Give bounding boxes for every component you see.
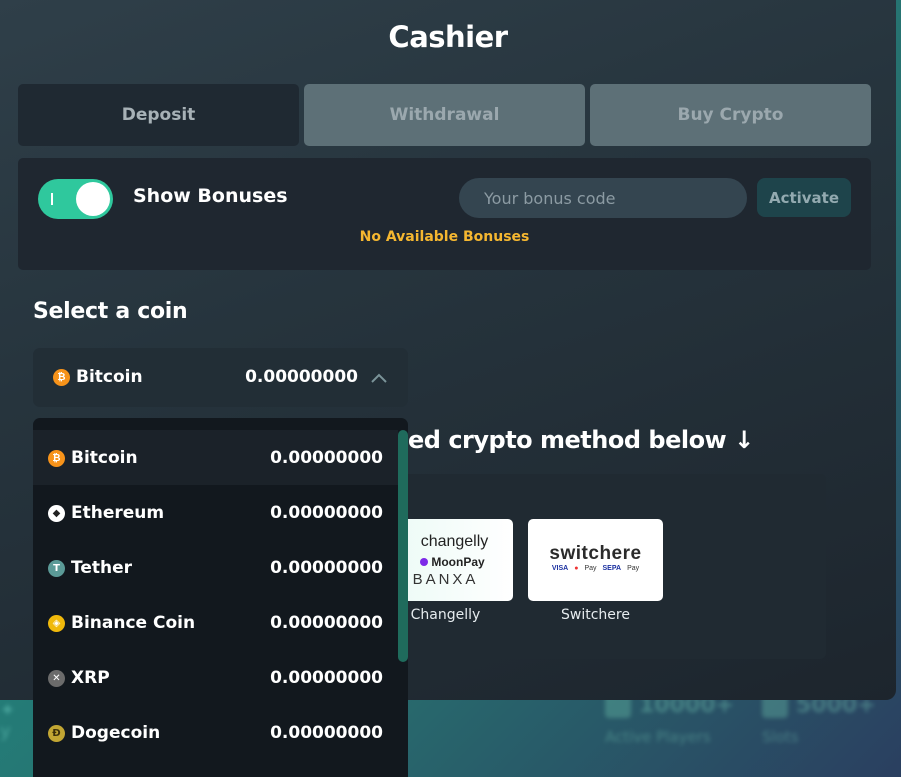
sepa-icon: SEPA (602, 565, 622, 572)
tab-withdrawal[interactable]: Withdrawal (304, 84, 585, 146)
cashier-tabs: Deposit Withdrawal Buy Crypto (18, 84, 871, 146)
background-page-fragment: ✦ y (0, 700, 16, 742)
coin-name: XRP (71, 668, 110, 688)
coin-name: Ethereum (71, 503, 165, 523)
stat-label: Slots (762, 728, 799, 746)
stat-active-players: 10000+ Active Players (605, 692, 734, 746)
coin-option-tether[interactable]: T Tether 0.00000000 (33, 540, 398, 595)
show-bonuses-label: Show Bonuses (133, 185, 288, 207)
tether-icon: T (48, 560, 65, 577)
coin-name: Bitcoin (71, 448, 138, 468)
coin-amount: 0.00000000 (270, 448, 383, 468)
coin-amount: 0.00000000 (270, 668, 383, 688)
dogecoin-icon: Đ (48, 725, 65, 742)
method-card-switchere[interactable]: switchere VISA ● Pay SEPA Pay Switchere (528, 519, 663, 623)
tab-buy-crypto[interactable]: Buy Crypto (590, 84, 871, 146)
bitcoin-icon: ₿ (53, 369, 70, 386)
ethereum-icon: ◆ (48, 505, 65, 522)
toggle-knob (76, 182, 110, 216)
coin-option-bitcoin[interactable]: ₿ Bitcoin 0.00000000 (33, 430, 398, 485)
coin-select-dropdown[interactable]: ₿ Bitcoin 0.00000000 (33, 348, 408, 407)
visa-icon: VISA (551, 565, 569, 572)
payment-badges: VISA ● Pay SEPA Pay (528, 565, 663, 572)
selected-coin-name: Bitcoin (76, 367, 143, 387)
bitcoin-icon: ₿ (48, 450, 65, 467)
toggle-on-indicator (51, 193, 53, 205)
crypto-method-heading: ed crypto method below ↓ (408, 426, 754, 454)
mastercard-icon: ● (574, 565, 579, 572)
logo-text: BANXA (412, 571, 479, 588)
moonpay-dot-icon (420, 558, 429, 566)
select-coin-heading: Select a coin (33, 299, 188, 324)
logo-text: MoonPay (431, 555, 485, 569)
bonus-panel: Show Bonuses Activate No Available Bonus… (18, 158, 871, 270)
switchere-logo: switchere VISA ● Pay SEPA Pay (528, 519, 663, 601)
binance-coin-icon: ◈ (48, 615, 65, 632)
xrp-icon: ✕ (48, 670, 65, 687)
coin-name: Binance Coin (71, 613, 196, 633)
chevron-up-icon (371, 373, 387, 383)
google-pay-icon: Pay (584, 565, 597, 572)
show-bonuses-toggle[interactable] (38, 179, 113, 219)
stat-slots: 5000+ Slots (762, 692, 876, 746)
coin-option-dogecoin[interactable]: Đ Dogecoin 0.00000000 (33, 705, 398, 760)
coin-name: Dogecoin (71, 723, 161, 743)
coin-amount: 0.00000000 (270, 558, 383, 578)
stat-label: Active Players (605, 728, 711, 746)
crypto-methods-panel: ➶changelly MoonPay BANXA Changelly switc… (360, 474, 826, 659)
bonus-code-input[interactable] (459, 178, 747, 218)
coin-option-binance-coin[interactable]: ◈ Binance Coin 0.00000000 (33, 595, 398, 650)
coin-option-ethereum[interactable]: ◆ Ethereum 0.00000000 (33, 485, 398, 540)
activate-button[interactable]: Activate (757, 178, 851, 217)
method-caption: Switchere (561, 607, 630, 623)
selected-coin-amount: 0.00000000 (245, 367, 358, 387)
coin-option-xrp[interactable]: ✕ XRP 0.00000000 (33, 650, 398, 705)
modal-title: Cashier (388, 20, 508, 54)
coin-dropdown-list: ₿ Bitcoin 0.00000000 ◆ Ethereum 0.000000… (33, 418, 408, 777)
apple-pay-icon: Pay (627, 565, 640, 572)
dropdown-scrollbar[interactable] (398, 430, 408, 662)
coin-name: Tether (71, 558, 133, 578)
bonus-status-text: No Available Bonuses (359, 229, 530, 245)
coin-amount: 0.00000000 (270, 613, 383, 633)
tab-deposit[interactable]: Deposit (18, 84, 299, 146)
coin-amount: 0.00000000 (270, 723, 383, 743)
logo-text: changelly (420, 533, 489, 550)
coin-amount: 0.00000000 (270, 503, 383, 523)
switchere-wordmark: switchere (549, 543, 642, 564)
